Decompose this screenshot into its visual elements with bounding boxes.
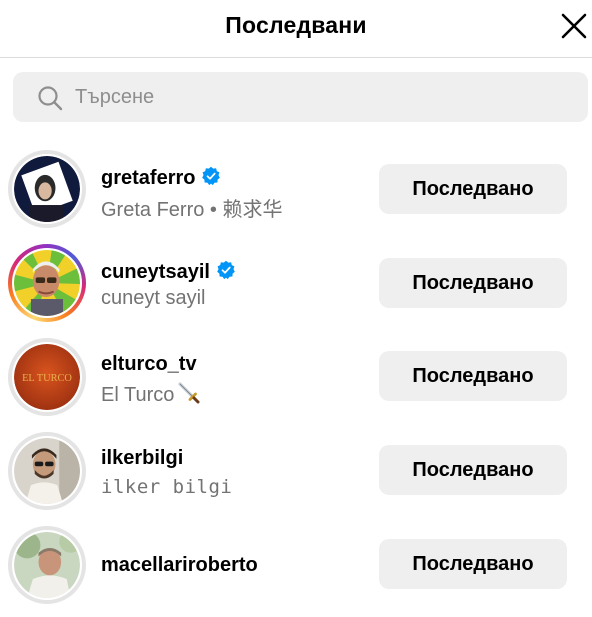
- close-icon[interactable]: [560, 12, 588, 40]
- list-item[interactable]: EL TURCO elturco_tv El Turco Последвано: [0, 335, 592, 429]
- dialog-title: Последвани: [225, 12, 367, 38]
- username[interactable]: gretaferro: [101, 167, 195, 189]
- search-bar: [13, 72, 588, 122]
- full-name: cuneyt sayil: [101, 287, 206, 309]
- username[interactable]: cuneytsayil: [101, 261, 210, 283]
- list-item[interactable]: macellariroberto Последвано: [0, 523, 592, 617]
- avatar-logo-text: EL TURCO: [22, 373, 72, 384]
- username[interactable]: ilkerbilgi: [101, 447, 183, 470]
- verified-badge-icon: [202, 166, 221, 186]
- list-item[interactable]: cuneytsayil cuneyt sayil Последвано: [0, 241, 592, 335]
- username[interactable]: macellariroberto: [101, 554, 258, 577]
- avatar-ring: [8, 526, 86, 604]
- full-name: ilker bilgi: [101, 476, 233, 498]
- full-name: El Turco: [101, 384, 175, 406]
- search-input[interactable]: [75, 82, 555, 112]
- verified-badge-icon: [217, 260, 235, 280]
- username[interactable]: elturco_tv: [101, 353, 197, 376]
- list-item[interactable]: gretaferro Greta Ferro • 赖求华 Последвано: [0, 147, 592, 241]
- avatar-ring: [8, 150, 86, 228]
- following-button[interactable]: Последвано: [379, 258, 567, 308]
- avatar[interactable]: [12, 530, 82, 600]
- following-button[interactable]: Последвано: [379, 445, 567, 495]
- full-name: Greta Ferro • 赖求华: [101, 199, 283, 221]
- search-icon: [38, 86, 63, 111]
- dagger-icon: [178, 382, 200, 404]
- avatar-ring: EL TURCO: [8, 338, 86, 416]
- story-ring[interactable]: [8, 244, 86, 322]
- avatar[interactable]: [12, 436, 82, 506]
- avatar-ring: [8, 432, 86, 510]
- following-button[interactable]: Последвано: [379, 164, 567, 214]
- list-item[interactable]: ilkerbilgi ilker bilgi Последвано: [0, 429, 592, 523]
- avatar[interactable]: [12, 154, 82, 224]
- following-button[interactable]: Последвано: [379, 351, 567, 401]
- avatar[interactable]: EL TURCO: [12, 342, 82, 412]
- avatar[interactable]: [12, 248, 82, 318]
- dialog-header: Последвани: [0, 0, 592, 58]
- following-button[interactable]: Последвано: [379, 539, 567, 589]
